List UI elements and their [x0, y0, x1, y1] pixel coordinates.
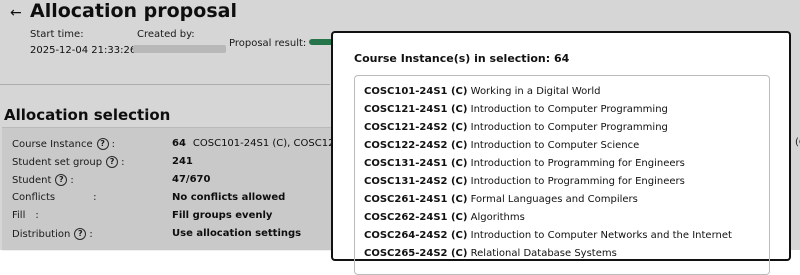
list-item: COSC101-24S1 (C) Working in a Digital Wo…: [364, 86, 601, 97]
list-item: COSC122-24S2 (C) Introduction to Compute…: [364, 140, 640, 151]
list-item: COSC264-24S2 (C) Introduction to Compute…: [364, 230, 732, 241]
list-item: COSC131-24S2 (C) Introduction to Program…: [364, 176, 685, 187]
list-item: COSC262-24S1 (C) Algorithms: [364, 212, 525, 223]
list-item: COSC121-24S2 (C) Introduction to Compute…: [364, 122, 668, 133]
list-item: COSC131-24S1 (C) Introduction to Program…: [364, 158, 685, 169]
course-instance-list[interactable]: COSC101-24S1 (C) Working in a Digital Wo…: [354, 75, 770, 275]
list-item: COSC261-24S1 (C) Formal Languages and Co…: [364, 194, 638, 205]
dialog-title: Course Instance(s) in selection: 64: [354, 52, 570, 65]
list-item: COSC121-24S1 (C) Introduction to Compute…: [364, 104, 668, 115]
course-instances-dialog: Course Instance(s) in selection: 64 COSC…: [331, 31, 791, 275]
